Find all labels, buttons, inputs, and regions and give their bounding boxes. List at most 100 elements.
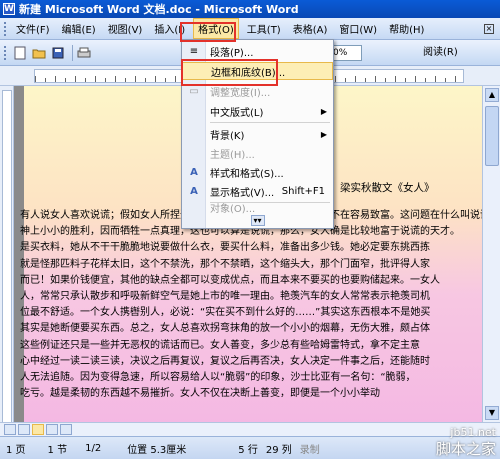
text-line: 位最不舒适。一个女人携辔别人，必说：“实在买不到什么好的……”其实这东西根本不是… (20, 307, 431, 319)
text-line: 其实是她断便要买东西。总之，女人总喜欢拐弯抹角的放一个小小的烟幕，无伤大雅，颇占… (20, 323, 430, 335)
ruler-tick (45, 78, 46, 82)
outline-view-icon[interactable] (46, 424, 58, 435)
styles-icon: A (190, 166, 198, 178)
menu-help[interactable]: 帮助(H) (385, 19, 428, 38)
ruler-tick (415, 76, 416, 82)
print-icon[interactable] (76, 45, 92, 61)
menu-item-theme[interactable]: 主题(H)... (182, 144, 333, 162)
menu-window[interactable]: 窗口(W) (335, 19, 381, 38)
ruler-tick (105, 78, 106, 82)
watermark-url: jb51.net (450, 426, 496, 439)
zoom-combo[interactable]: 0% (330, 45, 362, 61)
scroll-up-icon[interactable]: ▲ (485, 88, 499, 102)
watermark-text: 脚本之家 (435, 440, 496, 458)
ruler-tick (385, 78, 386, 82)
text-line: 这些例证还只是一些并无恶权的谎话而已。女人善变，多少总有些哈姆雷特式，拿不定主意 (20, 339, 420, 351)
text-line: 人，常常只承认散步和呼吸新鲜空气是她上市的唯一理由。艳羡汽车的女人常常表示艳羡司… (20, 291, 430, 303)
menu-table[interactable]: 表格(A) (289, 19, 332, 38)
document-body[interactable]: 有人说女人喜欢说谎；假如女人所捏造的故事都能登记下来，其分量当不在容易致富。这问… (20, 208, 482, 402)
text-line: 吃亏。越是柔韧的东西越不易摧折。女人不仅在决断上善变，即便是一个小小举动 (20, 388, 380, 400)
ruler-tick (145, 78, 146, 82)
menu-item-label: 中文版式(L) (210, 107, 264, 119)
new-document-icon[interactable] (12, 45, 28, 61)
save-icon[interactable] (50, 45, 66, 61)
reading-layout-button[interactable]: 阅读(R) (420, 44, 461, 62)
status-column: 29 列 (265, 444, 292, 456)
status-section: 1 节 (47, 444, 68, 456)
status-bar: 1 页 1 节 1/2 位置 5.3厘米 5 行 29 列 录制 (0, 436, 500, 459)
menu-item-label: 背景(K) (210, 130, 245, 142)
vertical-ruler[interactable] (2, 90, 12, 426)
ruler-tick (35, 76, 36, 82)
text-line: 人无法追随。因为变得急速，所以容易给人以“脆弱”的印象，沙士比亚有一名句：“脆弱… (20, 372, 416, 384)
double-chevron-down-icon: ▾▾ (250, 214, 265, 226)
vertical-ruler-row (0, 86, 14, 434)
highlight-box-format-menu (180, 22, 236, 42)
ruler-tick (365, 78, 366, 82)
ruler-tick (355, 76, 356, 82)
toolbar-grip[interactable] (4, 21, 8, 36)
horizontal-scrollbar[interactable] (0, 422, 500, 436)
status-line: 5 行 (238, 444, 258, 456)
menu-item-shortcut: Shift+F1 (281, 185, 325, 197)
web-view-icon[interactable] (18, 424, 30, 435)
menu-item-label: 样式和格式(S)... (210, 168, 284, 180)
menu-separator (210, 122, 330, 123)
ruler-tick (125, 78, 126, 82)
scroll-down-icon[interactable]: ▼ (485, 406, 499, 420)
ruler-tick (95, 76, 96, 82)
ruler-tick (375, 76, 376, 82)
open-folder-icon[interactable] (31, 45, 47, 61)
ruler-tick (155, 76, 156, 82)
ruler-tick (75, 76, 76, 82)
reading-view-icon[interactable] (60, 424, 72, 435)
ruler-tick (55, 76, 56, 82)
ruler-tick (165, 78, 166, 82)
menu-item-styles-formatting[interactable]: A 样式和格式(S)... (182, 163, 333, 181)
title-bar: W 新建 Microsoft Word 文档.doc - Microsoft W… (0, 0, 500, 18)
menu-file[interactable]: 文件(F) (12, 19, 54, 38)
toolbar-separator (72, 44, 73, 61)
vertical-scrollbar[interactable]: ▲ ▼ (482, 86, 500, 434)
highlight-box-borders-item (181, 59, 278, 86)
ruler-tick (85, 78, 86, 82)
text-line: 心中经过一读二读三读，决议之后再复议，复议之后再否决，女人决定一件事之后，还能随… (20, 355, 430, 367)
document-title: 梁实秋散文《女人》 (340, 182, 435, 194)
status-position: 位置 5.3厘米 (127, 444, 187, 456)
menu-item-label: 段落(P)... (210, 47, 254, 59)
text-line: 是买衣料，她从不干干脆脆地说要做什么衣，要买什么料，准备出多少钱。她必定要东挑西… (20, 242, 430, 254)
ruler-tick (425, 78, 426, 82)
menu-edit[interactable]: 编辑(E) (58, 19, 100, 38)
menu-item-label: 显示格式(V)... (210, 187, 275, 199)
text-line: 就是怪那匹料子花样太旧，这个不禁洗，那个不禁晒，这个缩头大，那个门面窄，批评得人… (20, 258, 430, 270)
fit-width-icon: ▭ (189, 85, 199, 97)
ruler-tick (335, 76, 336, 82)
menu-view[interactable]: 视图(V) (104, 19, 147, 38)
submenu-arrow-icon: ▶ (320, 106, 327, 116)
ruler-tick (135, 76, 136, 82)
status-pages: 1/2 (85, 442, 102, 454)
close-document-icon[interactable]: × (484, 23, 494, 34)
ruler-tick (395, 76, 396, 82)
menu-bar: 文件(F) 编辑(E) 视图(V) 插入(I) 格式(O) 工具(T) 表格(A… (0, 18, 500, 40)
normal-view-icon[interactable] (4, 424, 16, 435)
menu-expand-button[interactable]: ▾▾ (182, 213, 333, 227)
status-record[interactable]: 录制 (296, 441, 324, 456)
submenu-arrow-icon: ▶ (320, 129, 327, 139)
menu-item-asian-layout[interactable]: 中文版式(L) ▶ (182, 102, 333, 120)
ruler-tick (65, 78, 66, 82)
menu-item-paragraph[interactable]: ≡ 段落(P)... (182, 42, 333, 60)
ruler-tick (115, 76, 116, 82)
word-app-icon[interactable]: W (3, 3, 15, 15)
scroll-thumb[interactable] (485, 106, 499, 166)
menu-item-background[interactable]: 背景(K) ▶ (182, 125, 333, 143)
ruler-tick (405, 78, 406, 82)
toolbar-grip[interactable] (4, 45, 8, 60)
ruler-tick (345, 78, 346, 82)
reveal-format-icon: A (190, 185, 198, 197)
menu-tools[interactable]: 工具(T) (243, 19, 285, 38)
status-page: 1 页 (6, 444, 26, 456)
window-title: 新建 Microsoft Word 文档.doc - Microsoft Wor… (19, 3, 299, 16)
print-view-icon[interactable] (32, 424, 44, 435)
menu-item-label: 主题(H)... (210, 149, 255, 161)
